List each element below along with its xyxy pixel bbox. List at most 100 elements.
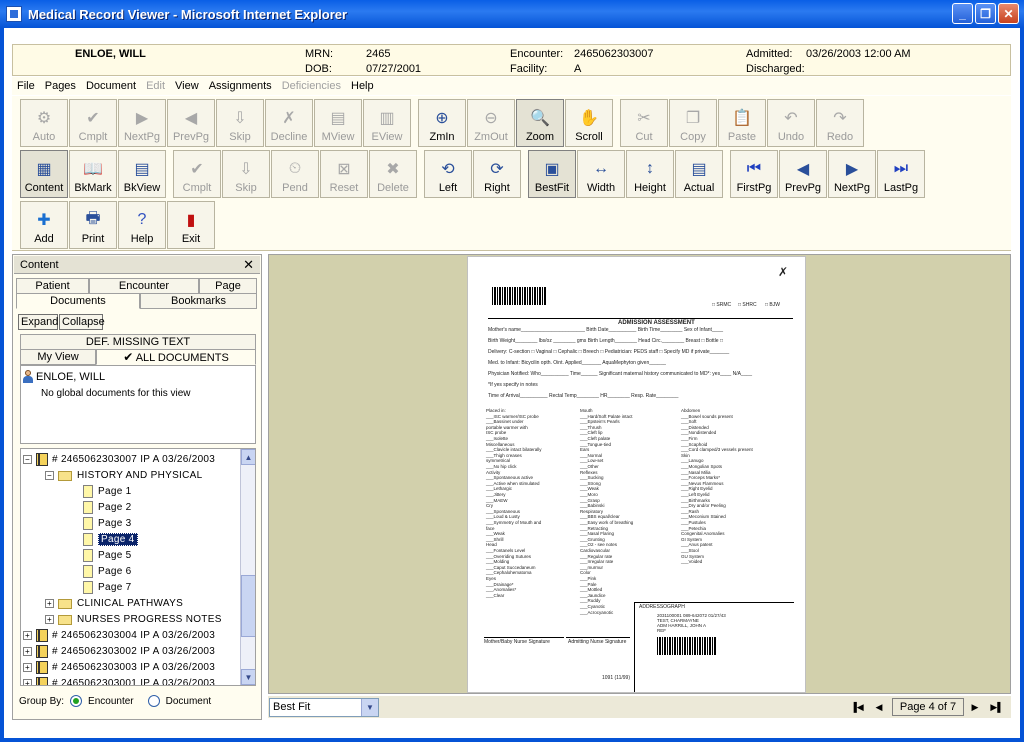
scroll-down-icon[interactable]: ▼ (241, 669, 255, 685)
scroll-up-icon[interactable]: ▲ (241, 449, 255, 465)
tab-patient[interactable]: Patient (16, 278, 89, 294)
row1-scroll-button[interactable]: ✋ Scroll (565, 99, 613, 147)
row1-undo-button[interactable]: ↶ Undo (767, 99, 815, 147)
row1-zmin-button[interactable]: ⊕ ZmIn (418, 99, 466, 147)
tree-node-encounter[interactable]: + # 2465062303001 IP A 03/26/2003 (23, 676, 215, 685)
row1-decline-button[interactable]: ✗ Decline (265, 99, 313, 147)
tree-node-encounter[interactable]: − # 2465062303007 IP A 03/26/2003 (23, 452, 215, 467)
expand-icon[interactable]: + (45, 599, 54, 608)
tree-node-label: # 2465062303007 IP A 03/26/2003 (52, 454, 216, 465)
tab-my-view[interactable]: My View (20, 349, 96, 365)
row1-eview-button[interactable]: ▥ EView (363, 99, 411, 147)
menu-view[interactable]: View (170, 80, 204, 92)
tab-all-documents[interactable]: ✔ ALL DOCUMENTS (96, 349, 256, 365)
collapse-icon[interactable]: − (45, 471, 54, 480)
expand-icon[interactable]: + (45, 615, 54, 624)
menu-assignments[interactable]: Assignments (204, 80, 277, 92)
admitted-label: Admitted: (746, 48, 793, 60)
row1-paste-button[interactable]: 📋 Paste (718, 99, 766, 147)
next-page-nav-icon[interactable]: ▶ (968, 700, 982, 714)
minimize-button[interactable]: _ (952, 3, 973, 24)
close-button[interactable]: ✕ (998, 3, 1019, 24)
row1-skip-button[interactable]: ⇩ Skip (216, 99, 264, 147)
group-by-encounter-radio[interactable] (70, 695, 83, 707)
row3-add-button[interactable]: ✚ Add (20, 201, 68, 249)
tree-node-page[interactable]: Page 2 (83, 500, 132, 515)
close-panel-icon[interactable]: ✕ (243, 257, 254, 273)
tree-node-page[interactable]: Page 6 (83, 564, 132, 579)
row2-left-button[interactable]: ⟲ Left (424, 150, 472, 198)
row2-nextpg-button[interactable]: ▶ NextPg (828, 150, 876, 198)
document-page[interactable]: ✗ □ SRMC □ SHRC □ BJW ADMISSION ASSESSME… (467, 256, 806, 693)
row2-width-button[interactable]: ↔ Width (577, 150, 625, 198)
menu-file[interactable]: File (12, 80, 40, 92)
expand-icon[interactable]: + (23, 631, 32, 640)
group-by-document-radio[interactable] (147, 695, 160, 707)
tab-page[interactable]: Page (199, 278, 257, 294)
row2-actual-button[interactable]: ▤ Actual (675, 150, 723, 198)
tree-node-page[interactable]: Page 3 (83, 516, 132, 531)
row2-skip-button[interactable]: ⇩ Skip (222, 150, 270, 198)
row1-copy-button[interactable]: ❐ Copy (669, 99, 717, 147)
chevron-down-icon[interactable]: ▼ (361, 699, 378, 716)
expand-icon[interactable]: + (23, 663, 32, 672)
row2-prevpg-button[interactable]: ◀ PrevPg (779, 150, 827, 198)
row2-cmplt-button[interactable]: ✔ Cmplt (173, 150, 221, 198)
tab-encounter[interactable]: Encounter (89, 278, 199, 294)
first-page-nav-icon[interactable]: ▐◀ (850, 700, 864, 714)
header-box-shrc: □ SHRC (738, 302, 757, 308)
row2-delete-button[interactable]: ✖ Delete (369, 150, 417, 198)
row1-zmout-button[interactable]: ⊖ ZmOut (467, 99, 515, 147)
row2-height-button[interactable]: ↕ Height (626, 150, 674, 198)
row3-help-button[interactable]: ? Help (118, 201, 166, 249)
row1-redo-button[interactable]: ↷ Redo (816, 99, 864, 147)
collapse-icon[interactable]: − (23, 455, 32, 464)
document-viewer[interactable]: ✗ □ SRMC □ SHRC □ BJW ADMISSION ASSESSME… (268, 254, 1011, 694)
row2-reset-button[interactable]: ⊠ Reset (320, 150, 368, 198)
row2-right-button[interactable]: ⟳ Right (473, 150, 521, 198)
row1-nextpg-button[interactable]: ▶ NextPg (118, 99, 166, 147)
row2-bkmark-button[interactable]: 📖 BkMark (69, 150, 117, 198)
expand-button[interactable]: Expand (18, 314, 58, 330)
row1-cmplt-button[interactable]: ✔ Cmplt (69, 99, 117, 147)
row1-zoom-button[interactable]: 🔍 Zoom (516, 99, 564, 147)
fit-mode-select[interactable]: Best Fit ▼ (269, 698, 379, 717)
row2-lastpg-button[interactable]: ⏭ LastPg (877, 150, 925, 198)
tree-node-folder[interactable]: + NURSES PROGRESS NOTES (45, 612, 222, 627)
row2-bkview-button[interactable]: ▤ BkView (118, 150, 166, 198)
last-page-nav-icon[interactable]: ▶▌ (990, 700, 1004, 714)
row1-prevpg-button[interactable]: ◀ PrevPg (167, 99, 215, 147)
row1-mview-button[interactable]: ▤ MView (314, 99, 362, 147)
tree-node-encounter[interactable]: + # 2465062303002 IP A 03/26/2003 (23, 644, 215, 659)
tree-scrollbar[interactable]: ▲ ▼ (240, 449, 255, 685)
menu-document[interactable]: Document (81, 80, 141, 92)
menu-pages[interactable]: Pages (40, 80, 81, 92)
row2-content-button[interactable]: ▦ Content (20, 150, 68, 198)
row1-auto-button[interactable]: ⚙ Auto (20, 99, 68, 147)
tree-node-page[interactable]: Page 5 (83, 548, 132, 563)
tree-node-page[interactable]: Page 4 (83, 532, 138, 547)
row3-exit-button[interactable]: ▮ Exit (167, 201, 215, 249)
tree-node-page[interactable]: Page 7 (83, 580, 132, 595)
menu-help[interactable]: Help (346, 80, 379, 92)
prev-page-nav-icon[interactable]: ◀ (872, 700, 886, 714)
row3-print-button[interactable]: 🖶 Print (69, 201, 117, 249)
tree-node-folder[interactable]: + CLINICAL PATHWAYS (45, 596, 183, 611)
scroll-thumb[interactable] (241, 575, 255, 637)
collapse-button[interactable]: Collapse (59, 314, 105, 330)
tab-bookmarks[interactable]: Bookmarks (140, 293, 257, 309)
expand-icon[interactable]: + (23, 647, 32, 656)
tree-node-folder[interactable]: − HISTORY AND PHYSICAL (45, 468, 203, 483)
tree-node-page[interactable]: Page 1 (83, 484, 132, 499)
row2-firstpg-button[interactable]: ⏮ FirstPg (730, 150, 778, 198)
tab-def-missing-text[interactable]: DEF. MISSING TEXT (20, 334, 256, 350)
row2-bestfit-button[interactable]: ▣ BestFit (528, 150, 576, 198)
row2-pend-button[interactable]: ⏲ Pend (271, 150, 319, 198)
maximize-button[interactable]: ❐ (975, 3, 996, 24)
tree-node-encounter[interactable]: + # 2465062303003 IP A 03/26/2003 (23, 660, 215, 675)
tab-documents[interactable]: Documents (16, 293, 140, 309)
doc-checklist-item: ___Voided (681, 559, 703, 565)
tree-node-encounter[interactable]: + # 2465062303004 IP A 03/26/2003 (23, 628, 215, 643)
row1-cut-button[interactable]: ✂ Cut (620, 99, 668, 147)
expand-icon[interactable]: + (23, 679, 32, 685)
